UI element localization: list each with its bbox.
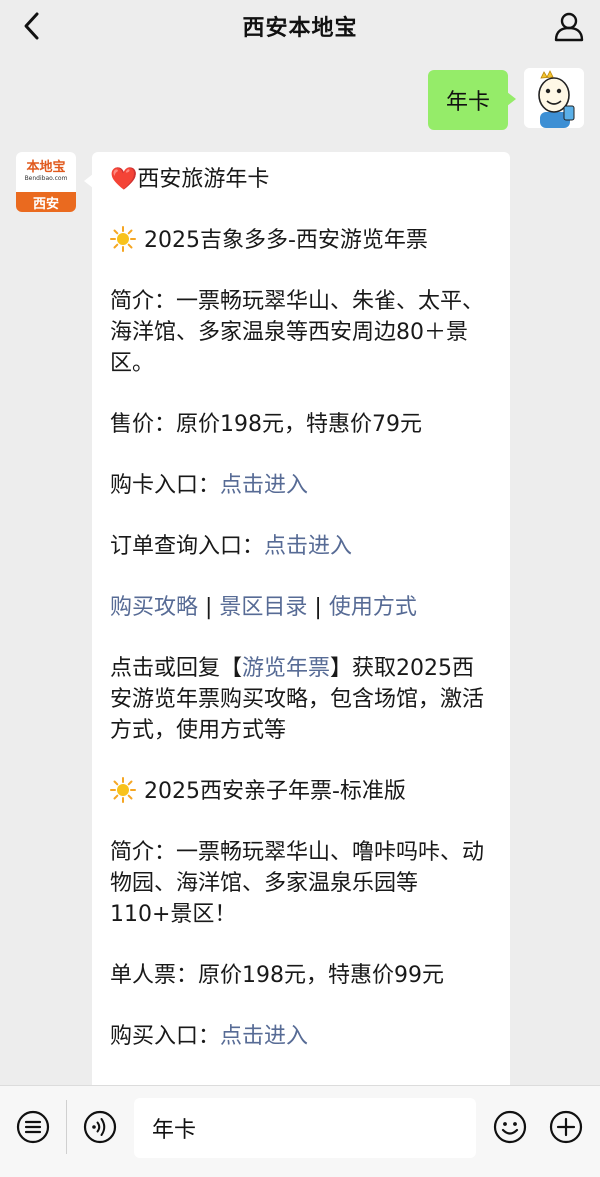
message-input[interactable]: [134, 1098, 476, 1158]
item1-title-line: 2025吉象多多-西安游览年票: [110, 225, 494, 256]
scenic-list-link[interactable]: 景区目录: [219, 595, 307, 620]
outgoing-message: 年卡: [427, 68, 584, 130]
item1-buy-label: 购卡入口：: [110, 473, 221, 498]
item2-buy-line: 购买入口：点击进入: [110, 1021, 494, 1052]
smiley-icon: [493, 1110, 527, 1144]
item1-buy-link[interactable]: 点击进入: [220, 473, 308, 498]
item1-price: 售价：原价198元，特惠价79元: [110, 412, 422, 437]
menu-button[interactable]: [13, 1107, 53, 1147]
item2-buy-link[interactable]: 点击进入: [220, 1024, 308, 1049]
separator: |: [307, 595, 329, 620]
cartoon-avatar-icon: [524, 68, 584, 128]
plus-button[interactable]: [546, 1107, 586, 1147]
item1-title: 2025吉象多多-西安游览年票: [144, 228, 428, 253]
guide-link[interactable]: 购买攻略: [110, 595, 198, 620]
input-bar: [0, 1085, 600, 1177]
separator: |: [198, 595, 220, 620]
item1-order-link[interactable]: 点击进入: [264, 534, 352, 559]
voice-icon: [83, 1110, 117, 1144]
heading-line: ❤️西安旅游年卡: [110, 164, 494, 195]
logo-city: 西安: [16, 192, 76, 212]
reply-keyword-link[interactable]: 游览年票: [242, 656, 330, 681]
emoji-button[interactable]: [490, 1107, 530, 1147]
bendibao-avatar[interactable]: 本地宝 Bendibao.com 西安: [16, 152, 76, 212]
plus-icon: [549, 1110, 583, 1144]
reply-hint: 点击或回复【游览年票】获取2025西安游览年票购买攻略，包含场馆，激活方式，使用…: [110, 653, 494, 746]
item1-order-line: 订单查询入口：点击进入: [110, 531, 494, 562]
item2-title-line: 2025西安亲子年票-标准版: [110, 776, 494, 807]
chevron-left-icon: [24, 12, 39, 40]
sun-icon: [110, 777, 136, 803]
item2-intro: 简介：一票畅玩翠华山、噜咔吗咔、动物园、海洋馆、多家温泉乐园等110+景区！: [110, 840, 485, 927]
divider: [66, 1100, 67, 1154]
item1-order-label: 订单查询入口：: [110, 534, 265, 559]
outgoing-bubble[interactable]: 年卡: [427, 70, 517, 130]
logo-domain: Bendibao.com: [24, 175, 68, 182]
voice-button[interactable]: [80, 1107, 120, 1147]
incoming-bubble[interactable]: ❤️西安旅游年卡 2025吉象多多-西安游览年票 简介：一票畅玩翠华山、朱雀、太…: [84, 152, 510, 1085]
chat-header: 西安本地宝: [0, 0, 600, 52]
heart-icon: ❤️: [110, 167, 138, 192]
links-line: 购买攻略 | 景区目录 | 使用方式: [110, 592, 494, 623]
chat-title: 西安本地宝: [242, 16, 358, 41]
item2-price: 单人票：原价198元，特惠价99元: [110, 963, 444, 988]
reply-prefix: 点击或回复【: [110, 656, 243, 681]
profile-button[interactable]: [550, 7, 588, 45]
user-avatar[interactable]: [524, 68, 584, 128]
item2-buy-label: 购买入口：: [110, 1024, 221, 1049]
logo-text: 本地宝: [26, 160, 66, 175]
back-button[interactable]: [14, 8, 50, 44]
item2-title: 2025西安亲子年票-标准版: [144, 779, 406, 804]
usage-link[interactable]: 使用方式: [329, 595, 417, 620]
person-icon: [554, 12, 584, 42]
item1-intro: 简介：一票畅玩翠华山、朱雀、太平、海洋馆、多家温泉等西安周边80＋景区。: [110, 289, 485, 376]
heading-text: 西安旅游年卡: [137, 167, 270, 192]
chat-area[interactable]: 年卡 本地宝 Bendibao.com 西安 ❤️西安旅游年卡 2025吉象多多…: [0, 52, 600, 1085]
item1-buy-line: 购卡入口：点击进入: [110, 470, 494, 501]
sun-icon: [110, 226, 136, 252]
menu-list-icon: [16, 1110, 50, 1144]
